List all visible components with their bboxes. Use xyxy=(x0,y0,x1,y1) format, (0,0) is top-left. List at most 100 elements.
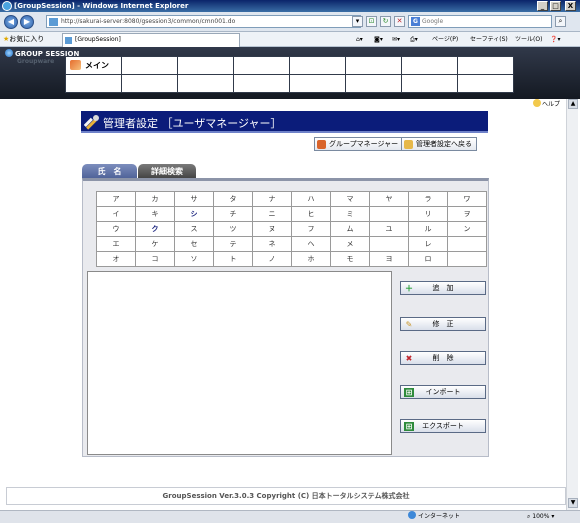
page-menu[interactable]: ページ(P) xyxy=(432,34,458,45)
kana-cell[interactable]: フ xyxy=(291,221,331,237)
scroll-up-icon[interactable]: ▲ xyxy=(568,99,578,109)
kana-cell[interactable]: ア xyxy=(96,191,136,207)
menu-cell[interactable] xyxy=(177,74,234,93)
feeds-icon[interactable]: ◙▾ xyxy=(374,34,383,45)
menu-cell[interactable] xyxy=(457,56,514,75)
page-header: 管理者設定 ［ユーザマネージャー］ xyxy=(81,111,488,133)
print-icon[interactable]: ⎙▾ xyxy=(410,34,418,45)
menu-cell[interactable] xyxy=(289,74,346,93)
maximize-button[interactable]: □ xyxy=(550,1,561,11)
minimize-button[interactable]: _ xyxy=(537,1,548,11)
kana-cell[interactable]: ル xyxy=(408,221,448,237)
kana-cell[interactable]: セ xyxy=(174,236,214,252)
dropdown-icon[interactable]: ▾ xyxy=(352,16,363,27)
back-to-admin-button[interactable]: 管理者設定へ戻る xyxy=(401,137,477,151)
kana-cell[interactable]: ホ xyxy=(291,251,331,267)
edit-button[interactable]: ✎ 修 正 xyxy=(400,317,486,331)
menu-cell[interactable] xyxy=(233,74,290,93)
kana-cell[interactable]: オ xyxy=(96,251,136,267)
tools-menu[interactable]: ツール(O) xyxy=(515,34,542,45)
kana-cell[interactable]: ネ xyxy=(252,236,292,252)
home-icon[interactable]: ⌂▾ xyxy=(356,34,363,45)
kana-cell[interactable]: レ xyxy=(408,236,448,252)
forward-arrow-icon[interactable]: ▶ xyxy=(20,15,34,29)
menu-cell[interactable] xyxy=(401,74,458,93)
kana-cell[interactable]: ウ xyxy=(96,221,136,237)
kana-cell[interactable]: コ xyxy=(135,251,175,267)
favorites-button[interactable]: ★お気に入り xyxy=(3,34,44,45)
kana-cell[interactable]: ヒ xyxy=(291,206,331,222)
kana-cell[interactable]: ヨ xyxy=(369,251,409,267)
kana-cell[interactable]: ソ xyxy=(174,251,214,267)
kana-cell[interactable]: ハ xyxy=(291,191,331,207)
scroll-down-icon[interactable]: ▼ xyxy=(568,498,578,508)
import-button[interactable]: ⊞ インポート xyxy=(400,385,486,399)
kana-cell[interactable]: エ xyxy=(96,236,136,252)
kana-cell[interactable]: シ xyxy=(174,206,214,222)
menu-item-main[interactable]: メイン xyxy=(65,56,122,75)
kana-cell[interactable]: ヘ xyxy=(291,236,331,252)
kana-cell[interactable]: カ xyxy=(135,191,175,207)
logout-link[interactable]: ログアウト xyxy=(525,136,550,142)
menu-cell[interactable] xyxy=(345,56,402,75)
user-list-box[interactable] xyxy=(87,271,392,455)
kana-cell[interactable]: ム xyxy=(330,221,370,237)
menu-cell[interactable] xyxy=(177,56,234,75)
kana-cell[interactable]: ヌ xyxy=(252,221,292,237)
compat-view-icon[interactable]: ⊡ xyxy=(366,16,377,27)
kana-cell[interactable]: ロ xyxy=(408,251,448,267)
kana-cell[interactable]: イ xyxy=(96,206,136,222)
menu-cell[interactable] xyxy=(289,56,346,75)
page-scrollbar[interactable]: ▲ ▼ xyxy=(566,99,578,510)
footer-copyright: GroupSession Ver.3.0.3 Copyright (C) 日本ト… xyxy=(6,487,566,505)
back-arrow-icon[interactable]: ◀ xyxy=(4,15,18,29)
menu-cell[interactable] xyxy=(233,56,290,75)
safety-menu[interactable]: セーフティ(S) xyxy=(470,34,508,45)
menu-cell[interactable] xyxy=(345,74,402,93)
kana-cell[interactable]: ス xyxy=(174,221,214,237)
zoom-level[interactable]: ⌕ 100% ▾ xyxy=(527,511,554,523)
kana-cell[interactable]: ノ xyxy=(252,251,292,267)
kana-cell[interactable]: ン xyxy=(447,221,487,237)
kana-cell[interactable]: ワ xyxy=(447,191,487,207)
kana-cell[interactable]: ク xyxy=(135,221,175,237)
menu-cell[interactable] xyxy=(457,74,514,93)
stop-icon[interactable]: ✕ xyxy=(394,16,405,27)
close-window-button[interactable]: X xyxy=(565,1,576,11)
mail-icon[interactable]: ✉▾ xyxy=(392,34,400,45)
menu-cell[interactable] xyxy=(121,56,178,75)
kana-cell[interactable]: メ xyxy=(330,236,370,252)
menu-cell[interactable] xyxy=(65,74,122,93)
kana-cell[interactable]: キ xyxy=(135,206,175,222)
kana-cell[interactable]: ト xyxy=(213,251,253,267)
delete-button[interactable]: ✖ 削 除 xyxy=(400,351,486,365)
kana-cell[interactable]: ケ xyxy=(135,236,175,252)
add-button[interactable]: ＋ 追 加 xyxy=(400,281,486,295)
kana-cell[interactable]: マ xyxy=(330,191,370,207)
kana-cell[interactable]: リ xyxy=(408,206,448,222)
help-link[interactable]: ヘルプ xyxy=(533,99,560,108)
kana-cell[interactable]: テ xyxy=(213,236,253,252)
kana-cell[interactable]: モ xyxy=(330,251,370,267)
kana-cell[interactable]: ヤ xyxy=(369,191,409,207)
kana-cell[interactable]: ニ xyxy=(252,206,292,222)
kana-cell[interactable]: ユ xyxy=(369,221,409,237)
help-circle-icon[interactable]: ❓▾ xyxy=(550,34,560,45)
menu-cell[interactable] xyxy=(121,74,178,93)
group-manager-button[interactable]: グループマネージャー xyxy=(314,137,404,151)
kana-cell[interactable]: タ xyxy=(213,191,253,207)
search-icon[interactable]: ⌕ xyxy=(555,16,566,27)
refresh-icon[interactable]: ↻ xyxy=(380,16,391,27)
url-input[interactable]: http://sakurai-server:8080/gsession3/com… xyxy=(46,15,361,28)
kana-cell[interactable]: ヲ xyxy=(447,206,487,222)
browser-tab[interactable]: [GroupSession] xyxy=(62,33,240,47)
kana-cell[interactable]: ミ xyxy=(330,206,370,222)
search-input[interactable]: G Google xyxy=(408,15,552,28)
kana-cell[interactable]: ラ xyxy=(408,191,448,207)
kana-cell[interactable]: チ xyxy=(213,206,253,222)
menu-cell[interactable] xyxy=(401,56,458,75)
kana-cell[interactable]: サ xyxy=(174,191,214,207)
export-button[interactable]: ⊞ エクスポート xyxy=(400,419,486,433)
kana-cell[interactable]: ナ xyxy=(252,191,292,207)
kana-cell[interactable]: ツ xyxy=(213,221,253,237)
